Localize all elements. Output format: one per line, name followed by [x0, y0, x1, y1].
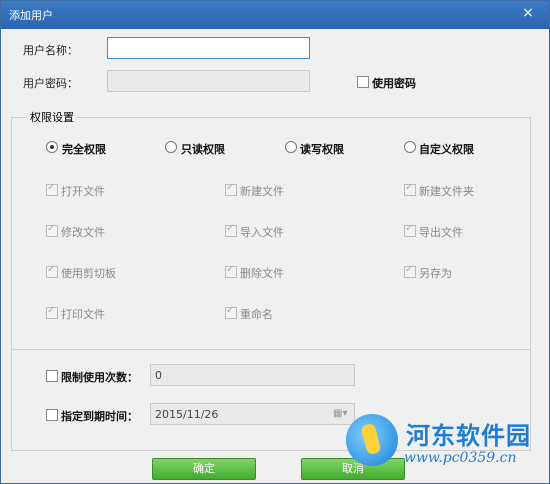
use-password-label: 使用密码	[372, 77, 416, 90]
permissions-group-title: 权限设置	[27, 109, 77, 125]
perm-clipboard-checkbox[interactable]	[46, 264, 58, 278]
user-name-label: 用户名称：	[23, 44, 78, 57]
perm-delete-file-checkbox[interactable]	[225, 264, 237, 278]
radio-read-only[interactable]	[165, 141, 177, 153]
perm-modify-file-checkbox[interactable]	[46, 223, 58, 237]
perm-rename-checkbox[interactable]	[225, 305, 237, 319]
perm-open-file-checkbox[interactable]	[46, 182, 58, 196]
radio-custom[interactable]	[404, 141, 416, 153]
user-name-input[interactable]	[107, 37, 310, 59]
window-title: 添加用户	[9, 9, 53, 22]
perm-new-folder-label: 新建文件夹	[419, 185, 474, 198]
perm-export-file-label: 导出文件	[419, 226, 463, 239]
perm-print-file-checkbox[interactable]	[46, 305, 58, 319]
close-icon[interactable]: ×	[519, 4, 537, 22]
expiry-date-label: 指定到期时间：	[61, 410, 138, 423]
use-password-checkbox[interactable]	[357, 76, 369, 88]
perm-new-file-checkbox[interactable]	[225, 182, 237, 196]
radio-read-write-label: 读写权限	[300, 143, 344, 156]
permissions-group	[11, 117, 531, 451]
expiry-date-checkbox[interactable]	[46, 409, 58, 421]
expiry-date-input[interactable]	[150, 403, 355, 425]
radio-read-only-label: 只读权限	[181, 143, 225, 156]
perm-import-file-label: 导入文件	[240, 226, 284, 239]
watermark: 河东软件园 www.pc0359.cn	[346, 408, 546, 478]
perm-modify-file-label: 修改文件	[61, 226, 105, 239]
password-input[interactable]	[107, 70, 310, 92]
perm-new-folder-checkbox[interactable]	[404, 182, 416, 196]
perm-clipboard-label: 使用剪切板	[61, 267, 116, 280]
limit-use-count-label: 限制使用次数：	[61, 371, 138, 384]
radio-custom-label: 自定义权限	[419, 143, 474, 156]
ok-button[interactable]: 确定	[152, 458, 256, 480]
add-user-dialog: 添加用户 × 用户名称： 用户密码： 使用密码 权限设置 完全权限 只读权限 读…	[0, 0, 550, 484]
title-bar: 添加用户 ×	[1, 1, 549, 29]
watermark-url: www.pc0359.cn	[404, 450, 517, 466]
perm-rename-label: 重命名	[240, 308, 273, 321]
radio-full-permission-label: 完全权限	[62, 143, 106, 156]
perm-save-as-checkbox[interactable]	[404, 264, 416, 278]
password-label: 用户密码：	[23, 77, 78, 90]
use-count-input[interactable]	[150, 364, 355, 386]
perm-save-as-label: 另存为	[419, 267, 452, 280]
perm-export-file-checkbox[interactable]	[404, 223, 416, 237]
watermark-logo-icon	[346, 414, 398, 466]
perm-open-file-label: 打开文件	[61, 185, 105, 198]
radio-full-permission[interactable]	[46, 141, 58, 153]
group-divider	[12, 349, 530, 350]
perm-import-file-checkbox[interactable]	[225, 223, 237, 237]
watermark-name: 河东软件园	[406, 421, 531, 450]
limit-use-count-checkbox[interactable]	[46, 370, 58, 382]
radio-read-write[interactable]	[285, 141, 297, 153]
perm-new-file-label: 新建文件	[240, 185, 284, 198]
perm-delete-file-label: 删除文件	[240, 267, 284, 280]
perm-print-file-label: 打印文件	[61, 308, 105, 321]
